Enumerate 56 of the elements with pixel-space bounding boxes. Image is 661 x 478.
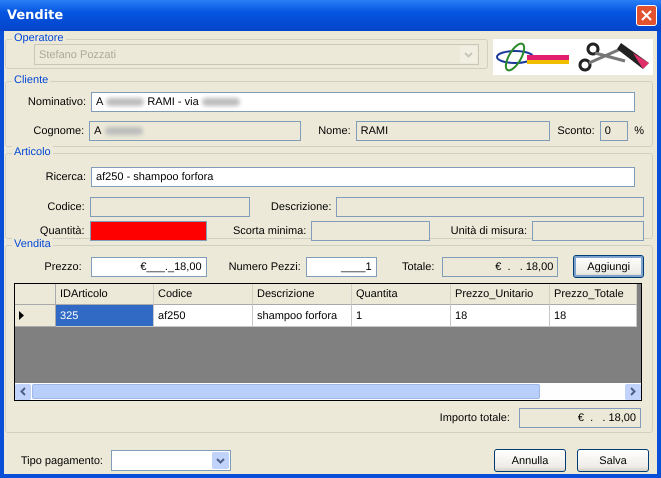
totale-field: € . . 18,00 (442, 256, 558, 276)
close-icon (641, 10, 652, 21)
dropdown-icon (464, 52, 473, 58)
field-label: Nome: (317, 125, 352, 137)
field-label: Codice: (46, 201, 86, 213)
table-cell[interactable]: af250 (154, 305, 253, 327)
field-label: Ricerca: (44, 171, 87, 183)
aggiungi-button[interactable]: Aggiungi (573, 255, 644, 278)
ricerca-field[interactable]: af250 - shampoo forfora (91, 167, 635, 187)
field-label: Prezzo: (43, 260, 83, 272)
field-label: Unità di misura: (450, 225, 528, 237)
field-label: Descrizione: (270, 201, 332, 213)
field-label: Tipo pagamento: (20, 454, 104, 466)
row-header[interactable] (15, 305, 56, 327)
dropdown-icon (216, 458, 225, 464)
nome-field: RAMI (356, 121, 550, 141)
table-cell[interactable]: 18 (550, 305, 637, 327)
field-label: Quantità: (38, 225, 86, 237)
group-legend: Operatore (12, 32, 66, 44)
window-title: Vendite (7, 8, 64, 23)
close-button[interactable] (636, 5, 657, 26)
group-legend: Vendita (12, 238, 53, 250)
field-label: Cognome: (32, 125, 86, 137)
field-label: Scorta minima: (232, 225, 308, 237)
column-header[interactable]: Quantita (352, 284, 451, 305)
column-header[interactable]: Prezzo_Totale (550, 284, 637, 305)
group-legend: Articolo (12, 146, 53, 158)
field-label: Nominativo: (26, 96, 87, 108)
field-label: Totale: (401, 260, 436, 272)
column-header[interactable]: Descrizione (253, 284, 352, 305)
horizontal-scrollbar[interactable] (15, 383, 641, 400)
importo-field: € . . 18,00 (519, 408, 641, 428)
table-cell[interactable]: 325 (56, 305, 154, 327)
blurred-text (104, 127, 143, 135)
cognome-field: A (89, 121, 301, 141)
blurred-text (106, 98, 144, 106)
column-header[interactable]: Prezzo_Unitario (451, 284, 550, 305)
pagamento-combo[interactable] (111, 450, 231, 471)
nominativo-field[interactable]: A RAMI - via (91, 92, 635, 112)
prezzo-field[interactable]: €___._18,00 (90, 256, 207, 276)
field-label: Sconto: (556, 125, 596, 137)
table-cell[interactable]: 18 (451, 305, 550, 327)
sconto-field: 0 (600, 121, 628, 141)
dialog-button[interactable]: Annulla (494, 449, 566, 472)
field-label: Numero Pezzi: (228, 260, 302, 272)
table-cell[interactable]: shampoo forfora (253, 305, 352, 327)
blurred-text (202, 98, 240, 106)
table-cell[interactable]: 1 (352, 305, 451, 327)
pezzi-field[interactable]: ____1 (306, 256, 377, 276)
field-label: Importo totale: (438, 412, 511, 424)
percent-label: % (634, 125, 644, 137)
column-header[interactable]: IDArticolo (56, 284, 154, 305)
dialog-button[interactable]: Salva (577, 449, 649, 472)
column-header[interactable]: Codice (154, 284, 253, 305)
header-corner (15, 284, 56, 305)
group-legend: Cliente (12, 74, 50, 86)
